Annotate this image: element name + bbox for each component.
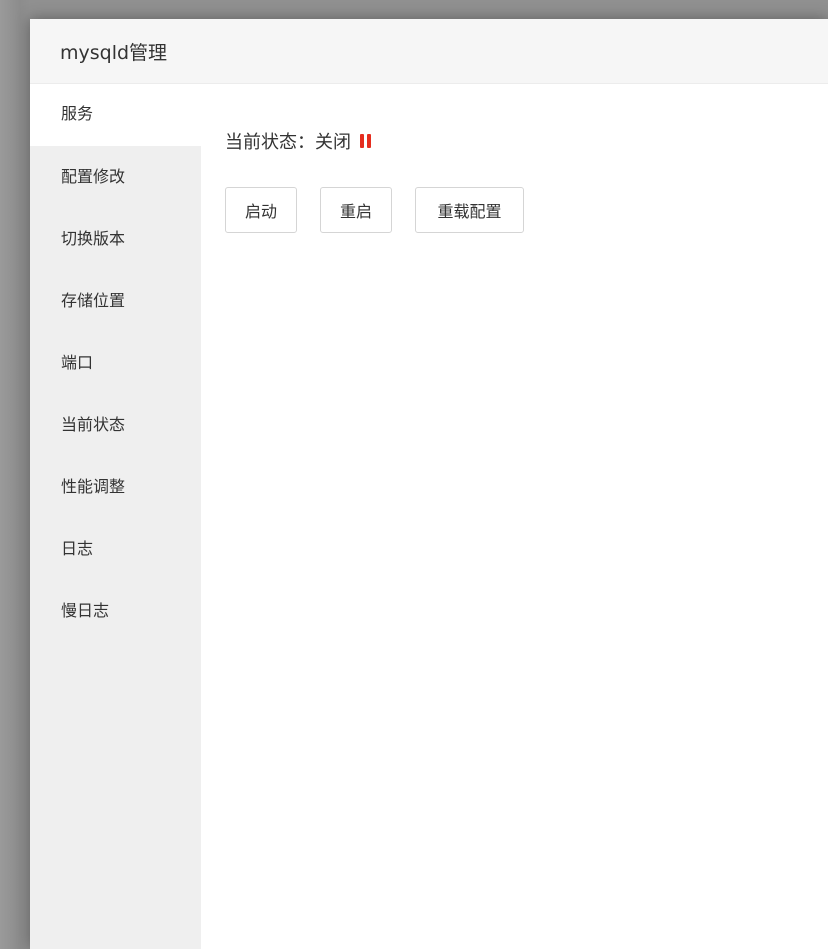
dialog-body: 服务 配置修改 切换版本 存储位置 端口 当前状态 性能调整 日志 慢日志 当前… [30,84,828,949]
dialog-header: mysqld管理 [30,19,828,84]
pause-icon [360,134,371,148]
status-line: 当前状态： 关闭 [225,128,371,154]
pause-icon-bar-right [367,134,371,148]
sidebar: 服务 配置修改 切换版本 存储位置 端口 当前状态 性能调整 日志 慢日志 [30,84,201,949]
reload-config-button[interactable]: 重载配置 [415,187,524,233]
status-label: 当前状态： [225,132,315,153]
sidebar-item-service[interactable]: 服务 [30,84,201,146]
service-actions: 启动 重启 重载配置 [225,187,524,233]
sidebar-item-storage[interactable]: 存储位置 [30,270,201,332]
service-panel: 当前状态： 关闭 启动 重启 重载配置 [201,84,828,949]
sidebar-item-current-status[interactable]: 当前状态 [30,394,201,456]
restart-button[interactable]: 重启 [320,187,392,233]
sidebar-item-port[interactable]: 端口 [30,332,201,394]
sidebar-item-log[interactable]: 日志 [30,518,201,580]
mysqld-manager-dialog: mysqld管理 服务 配置修改 切换版本 存储位置 端口 当前状态 性能调整 … [30,19,828,949]
start-button[interactable]: 启动 [225,187,297,233]
sidebar-item-slow-log[interactable]: 慢日志 [30,580,201,642]
dialog-title: mysqld管理 [60,41,168,64]
pause-icon-bar-left [360,134,364,148]
sidebar-item-performance[interactable]: 性能调整 [30,456,201,518]
sidebar-item-switch-version[interactable]: 切换版本 [30,208,201,270]
sidebar-item-config[interactable]: 配置修改 [30,146,201,208]
status-value: 关闭 [315,132,351,153]
